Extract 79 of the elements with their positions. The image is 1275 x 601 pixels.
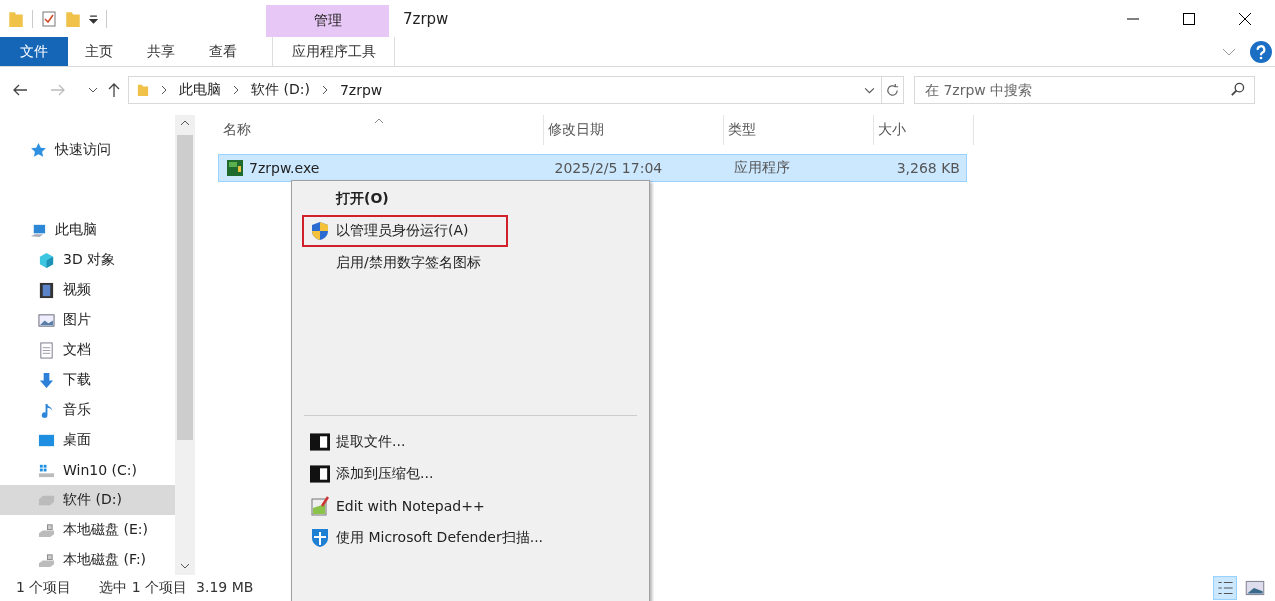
column-header[interactable]: 大小 [874, 115, 974, 145]
file-row[interactable]: 7zrpw.exe 2025/2/5 17:04 应用程序 3,268 KB [219, 155, 966, 181]
back-arrow-icon[interactable] [12, 83, 28, 97]
menu-item[interactable]: 启用/禁用数字签名图标 [302, 247, 637, 279]
menu-item[interactable]: 打开(O) [302, 183, 637, 215]
nav-item[interactable]: 图片 [0, 305, 175, 335]
nav-item[interactable]: 下载 [0, 365, 175, 395]
nav-item[interactable]: 音乐 [0, 395, 175, 425]
item-count: 1 个项目 [16, 579, 72, 597]
application-icon [227, 160, 243, 176]
ribbon-tab[interactable]: 查看 [192, 37, 254, 66]
shield-icon [310, 221, 330, 241]
up-arrow-icon[interactable] [108, 82, 120, 98]
scrollbar[interactable] [175, 115, 195, 575]
nav-item[interactable]: Win10 (C:) [0, 455, 175, 485]
column-header[interactable]: 名称 [219, 115, 544, 145]
search-icon [1230, 82, 1245, 97]
maximize-icon[interactable] [1183, 12, 1195, 25]
archive-icon [310, 464, 330, 484]
sort-caret-icon [374, 118, 384, 124]
nav-item[interactable]: 视频 [0, 275, 175, 305]
menu-item[interactable]: 以管理员身份运行(A) [302, 215, 637, 247]
menu-item[interactable]: 添加到压缩包... [302, 458, 637, 490]
table-cell-text: 应用程序 [733, 159, 792, 177]
chevron-right-icon[interactable] [321, 85, 328, 95]
table-cell-text: 2025/2/5 17:04 [553, 160, 664, 176]
doc-icon [38, 341, 55, 359]
chevron-right-icon[interactable] [233, 85, 239, 95]
scroll-up-icon[interactable] [180, 120, 190, 126]
column-header[interactable]: 修改日期 [544, 115, 724, 145]
menu-item[interactable]: Edit with Notepad++ [302, 490, 637, 522]
notepad-icon [310, 496, 330, 516]
refresh-icon [885, 82, 900, 98]
nav-item[interactable]: 快速访问 [0, 135, 175, 165]
chevron-right-icon[interactable] [161, 85, 167, 95]
contextual-tab-header: 管理 [266, 5, 389, 37]
ribbon-tab[interactable]: 应用程序工具 [272, 37, 395, 66]
chevron-down-icon[interactable] [1222, 47, 1236, 56]
star-icon [30, 141, 47, 159]
column-header[interactable]: 类型 [724, 115, 874, 145]
ribbon-tab[interactable]: 主页 [68, 37, 130, 66]
nav-item[interactable]: 本地磁盘 (F:) [0, 545, 175, 575]
dropdown-icon[interactable] [89, 14, 98, 24]
table-cell-text: 3,268 KB [895, 160, 961, 176]
menu-item[interactable]: 提取文件... [302, 426, 637, 458]
menu-item[interactable]: 使用 Microsoft Defender扫描... [302, 522, 637, 554]
search-field[interactable]: 在 7zrpw 中搜索 [914, 76, 1255, 104]
defender-shield-icon [310, 528, 330, 548]
ribbon-tab[interactable]: 共享 [130, 37, 192, 66]
details-view-icon[interactable] [1213, 576, 1237, 600]
nav-item[interactable]: 软件 (D:) [0, 485, 175, 515]
folder-icon [137, 82, 149, 98]
breadcrumb[interactable]: 软件 (D:) [251, 81, 310, 99]
table-cell: 7zrpw.exe [249, 160, 320, 176]
image-icon [38, 311, 55, 329]
archive-icon [310, 432, 330, 452]
window-title: 7zrpw [403, 9, 449, 28]
lockdrive-icon [38, 551, 55, 569]
lockdrive-icon [38, 521, 55, 539]
refresh-button[interactable] [882, 76, 904, 104]
recent-dropdown-icon[interactable] [88, 87, 98, 93]
dropdown-icon[interactable] [864, 86, 875, 94]
ribbon-tab[interactable]: 文件 [0, 37, 68, 66]
address-bar[interactable]: 此电脑 软件 (D:) 7zrpw [128, 76, 882, 104]
selection-info: 选中 1 个项目 3.19 MB [99, 579, 254, 597]
nav-item[interactable]: 3D 对象 [0, 245, 175, 275]
nav-item[interactable]: 此电脑 [0, 215, 175, 245]
breadcrumb[interactable]: 此电脑 [179, 81, 221, 99]
breadcrumb[interactable]: 7zrpw [339, 82, 383, 98]
help-icon[interactable] [1250, 40, 1272, 63]
close-icon[interactable] [1239, 12, 1251, 25]
nav-item[interactable]: 文档 [0, 335, 175, 365]
film-icon [38, 281, 55, 299]
nav-item[interactable]: 本地磁盘 (E:) [0, 515, 175, 545]
scroll-down-icon[interactable] [180, 563, 190, 569]
properties-icon[interactable] [41, 10, 57, 28]
nav-item[interactable]: 桌面 [0, 425, 175, 455]
download-icon [38, 371, 55, 389]
cube-icon [38, 251, 55, 269]
